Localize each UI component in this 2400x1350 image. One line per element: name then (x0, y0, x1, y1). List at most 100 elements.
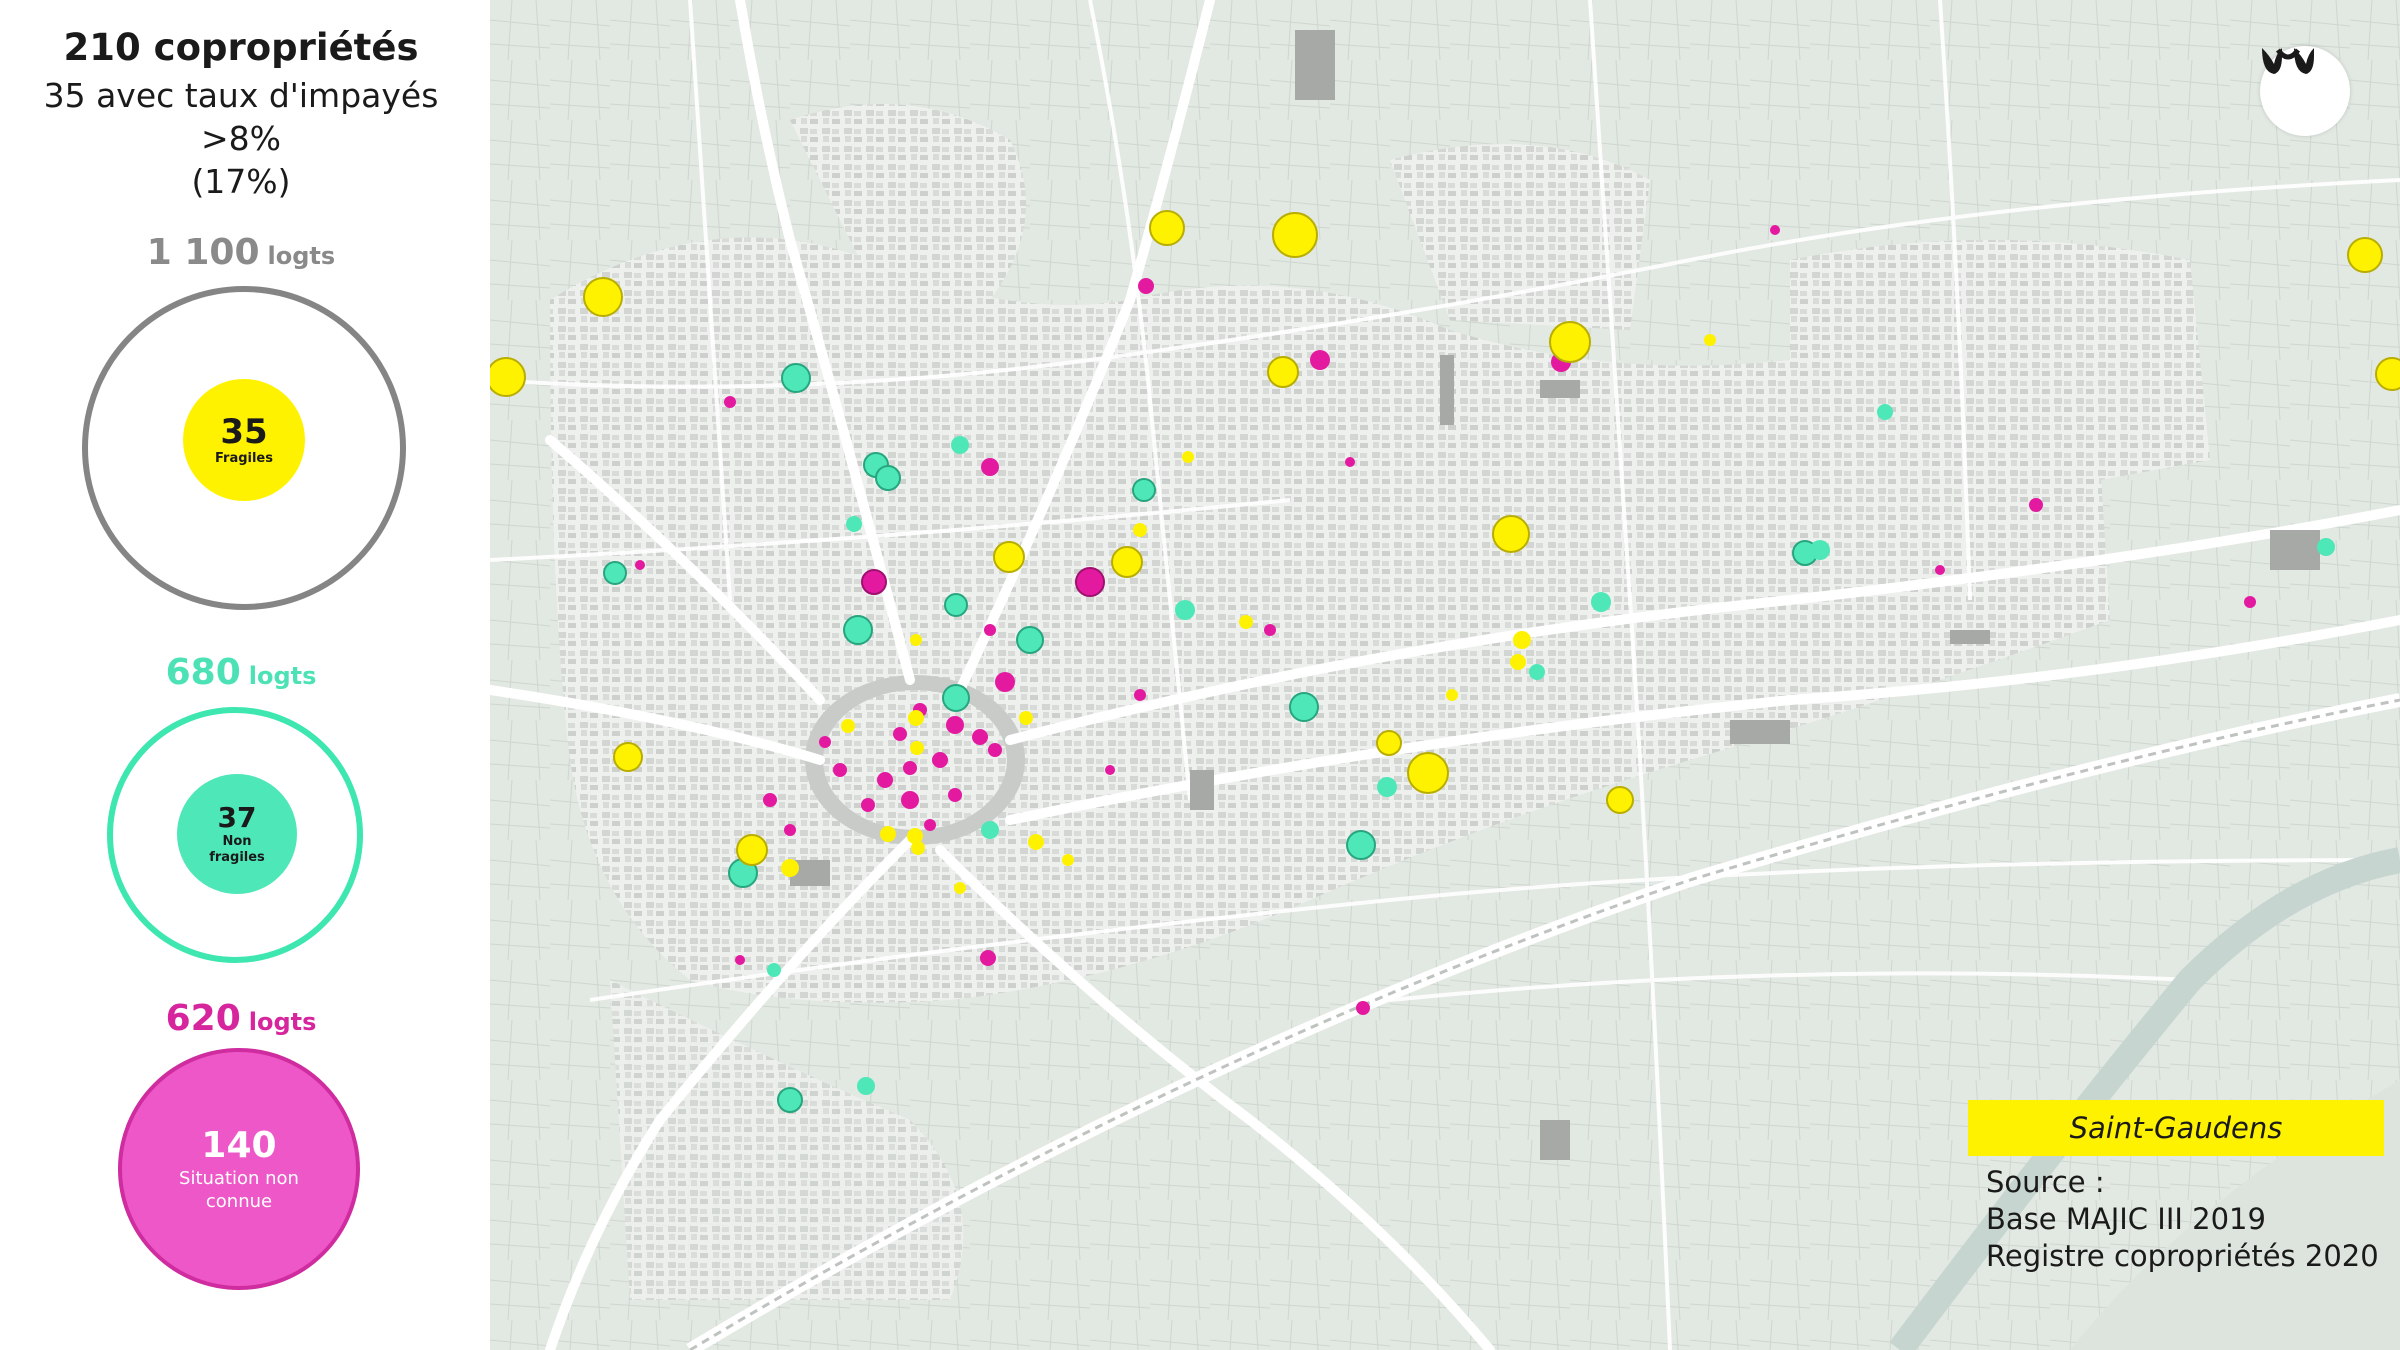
coproprietes-situation-non-connue-marker[interactable] (833, 763, 847, 777)
coproprietes-non-fragiles-marker[interactable] (1377, 777, 1397, 797)
source-item: Base MAJIC III 2019 (1986, 1202, 2266, 1236)
coproprietes-situation-non-connue-marker[interactable] (948, 788, 962, 802)
coproprietes-fragiles-marker[interactable] (993, 541, 1025, 573)
coproprietes-non-fragiles-marker[interactable] (942, 684, 970, 712)
coproprietes-non-fragiles-marker[interactable] (767, 963, 781, 977)
coproprietes-situation-non-connue-marker[interactable] (1345, 457, 1355, 467)
coproprietes-fragiles-marker[interactable] (908, 710, 924, 726)
coproprietes-non-fragiles-marker[interactable] (2317, 538, 2335, 556)
coproprietes-non-fragiles-marker[interactable] (951, 436, 969, 454)
coproprietes-situation-non-connue-marker[interactable] (995, 672, 1015, 692)
coproprietes-situation-non-connue-marker[interactable] (903, 761, 917, 775)
coproprietes-fragiles-marker[interactable] (2375, 357, 2400, 391)
coproprietes-fragiles-marker[interactable] (1549, 321, 1591, 363)
coproprietes-situation-non-connue-marker[interactable] (1138, 278, 1154, 294)
coproprietes-situation-non-connue-marker[interactable] (861, 569, 887, 595)
coproprietes-situation-non-connue-marker[interactable] (1075, 567, 1105, 597)
coproprietes-fragiles-marker[interactable] (613, 742, 643, 772)
coproprietes-fragiles-marker[interactable] (1062, 854, 1074, 866)
coproprietes-fragiles-marker[interactable] (880, 826, 896, 842)
coproprietes-non-fragiles-marker[interactable] (1346, 830, 1376, 860)
coproprietes-non-fragiles-marker[interactable] (1132, 478, 1156, 502)
coproprietes-non-fragiles-marker[interactable] (777, 1087, 803, 1113)
coproprietes-fragiles-marker[interactable] (841, 719, 855, 733)
coproprietes-non-fragiles-marker[interactable] (857, 1077, 875, 1095)
coproprietes-situation-non-connue-marker[interactable] (924, 819, 936, 831)
coproprietes-situation-non-connue-marker[interactable] (972, 729, 988, 745)
coproprietes-situation-non-connue-marker[interactable] (784, 824, 796, 836)
coproprietes-non-fragiles-marker[interactable] (1289, 692, 1319, 722)
coproprietes-fragiles-marker[interactable] (1019, 711, 1033, 725)
coproprietes-situation-non-connue-marker[interactable] (988, 743, 1002, 757)
inconnue-count: 140 (201, 1125, 277, 1166)
coproprietes-fragiles-marker[interactable] (1239, 615, 1253, 629)
coproprietes-non-fragiles-marker[interactable] (846, 516, 862, 532)
coproprietes-situation-non-connue-marker[interactable] (877, 772, 893, 788)
coproprietes-situation-non-connue-marker[interactable] (1310, 350, 1330, 370)
coproprietes-fragiles-marker[interactable] (910, 634, 922, 646)
coproprietes-situation-non-connue-marker[interactable] (984, 624, 996, 636)
coproprietes-fragiles-marker[interactable] (910, 741, 924, 755)
coproprietes-non-fragiles-marker[interactable] (843, 615, 873, 645)
coproprietes-fragiles-marker[interactable] (954, 882, 966, 894)
coproprietes-situation-non-connue-marker[interactable] (724, 396, 736, 408)
coproprietes-fragiles-marker[interactable] (1111, 546, 1143, 578)
coproprietes-situation-non-connue-marker[interactable] (1356, 1001, 1370, 1015)
coproprietes-non-fragiles-marker[interactable] (1591, 592, 1611, 612)
coproprietes-situation-non-connue-marker[interactable] (1105, 765, 1115, 775)
inconnue-disk: 140 Situation non connue (118, 1048, 360, 1290)
coproprietes-non-fragiles-marker[interactable] (1810, 540, 1830, 560)
coproprietes-situation-non-connue-marker[interactable] (1134, 689, 1146, 701)
coproprietes-fragiles-marker[interactable] (781, 859, 799, 877)
coproprietes-situation-non-connue-marker[interactable] (1935, 565, 1945, 575)
coproprietes-fragiles-marker[interactable] (1028, 834, 1044, 850)
coproprietes-fragiles-marker[interactable] (736, 834, 768, 866)
coproprietes-fragiles-marker[interactable] (1376, 730, 1402, 756)
non-fragiles-label: Non fragiles (209, 834, 265, 865)
coproprietes-situation-non-connue-marker[interactable] (819, 736, 831, 748)
coproprietes-non-fragiles-marker[interactable] (875, 465, 901, 491)
coproprietes-fragiles-marker[interactable] (1492, 515, 1530, 553)
coproprietes-situation-non-connue-marker[interactable] (1264, 624, 1276, 636)
coproprietes-fragiles-marker[interactable] (1510, 654, 1526, 670)
coproprietes-fragiles-marker[interactable] (1149, 210, 1185, 246)
coproprietes-situation-non-connue-marker[interactable] (635, 560, 645, 570)
coproprietes-situation-non-connue-marker[interactable] (861, 798, 875, 812)
coproprietes-non-fragiles-marker[interactable] (781, 363, 811, 393)
brand-logo-icon (2260, 46, 2350, 136)
coproprietes-fragiles-marker[interactable] (911, 841, 925, 855)
coproprietes-fragiles-marker[interactable] (1407, 752, 1449, 794)
coproprietes-fragiles-marker[interactable] (2347, 237, 2383, 273)
coproprietes-non-fragiles-marker[interactable] (1529, 664, 1545, 680)
coproprietes-fragiles-marker[interactable] (1513, 631, 1531, 649)
coproprietes-fragiles-marker[interactable] (1606, 786, 1634, 814)
coproprietes-situation-non-connue-marker[interactable] (2244, 596, 2256, 608)
coproprietes-situation-non-connue-marker[interactable] (893, 727, 907, 741)
coproprietes-situation-non-connue-marker[interactable] (901, 791, 919, 809)
coproprietes-fragiles-marker[interactable] (1704, 334, 1716, 346)
coproprietes-situation-non-connue-marker[interactable] (981, 458, 999, 476)
coproprietes-situation-non-connue-marker[interactable] (946, 716, 964, 734)
coproprietes-non-fragiles-marker[interactable] (1016, 626, 1044, 654)
coproprietes-non-fragiles-marker[interactable] (944, 593, 968, 617)
coproprietes-situation-non-connue-marker[interactable] (763, 793, 777, 807)
coproprietes-fragiles-marker[interactable] (490, 357, 526, 397)
coproprietes-fragiles-marker[interactable] (1182, 451, 1194, 463)
coproprietes-fragiles-marker[interactable] (583, 277, 623, 317)
coproprietes-fragiles-marker[interactable] (1446, 689, 1458, 701)
coproprietes-situation-non-connue-marker[interactable] (735, 955, 745, 965)
coproprietes-situation-non-connue-marker[interactable] (2029, 498, 2043, 512)
coproprietes-fragiles-marker[interactable] (1267, 356, 1299, 388)
coproprietes-situation-non-connue-marker[interactable] (932, 752, 948, 768)
coproprietes-situation-non-connue-marker[interactable] (1770, 225, 1780, 235)
coproprietes-non-fragiles-marker[interactable] (1877, 404, 1893, 420)
coproprietes-non-fragiles-marker[interactable] (1175, 600, 1195, 620)
fragiles-logements-value: 1 100 (146, 232, 260, 273)
fragiles-label: Fragiles (214, 451, 273, 466)
coproprietes-non-fragiles-marker[interactable] (603, 561, 627, 585)
coproprietes-fragiles-marker[interactable] (1272, 212, 1318, 258)
coproprietes-fragiles-marker[interactable] (1133, 523, 1147, 537)
fragiles-count: 35 (220, 412, 268, 452)
coproprietes-situation-non-connue-marker[interactable] (980, 950, 996, 966)
coproprietes-non-fragiles-marker[interactable] (981, 821, 999, 839)
